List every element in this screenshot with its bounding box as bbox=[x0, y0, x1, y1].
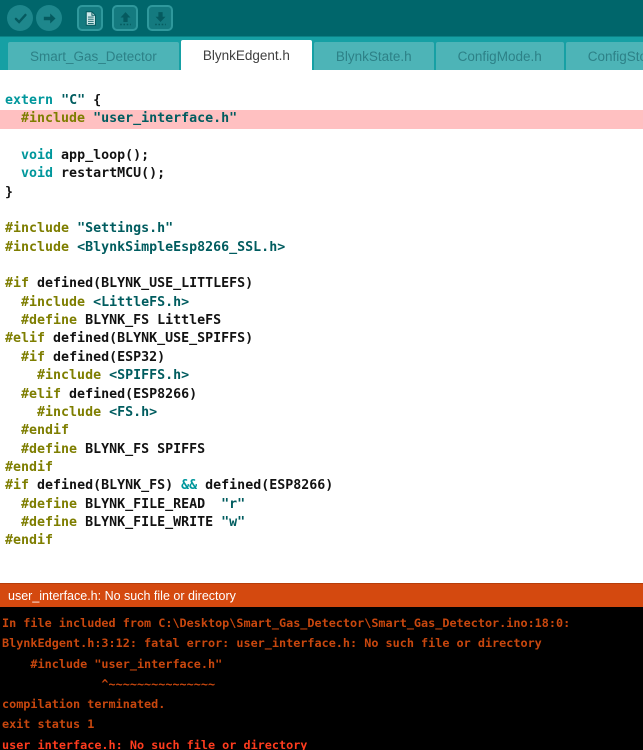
code-line: #define BLYNK_FS LittleFS bbox=[21, 313, 222, 329]
console-line: compilation terminated. bbox=[2, 697, 166, 712]
tab-smart-gas-detector[interactable]: Smart_Gas_Detector bbox=[8, 42, 179, 70]
code-line: #define BLYNK_FILE_WRITE "w" bbox=[21, 514, 246, 530]
new-button[interactable] bbox=[77, 5, 103, 31]
code-line: #if defined(ESP32) bbox=[21, 349, 166, 365]
tab-blynkedgent-h[interactable]: BlynkEdgent.h bbox=[180, 40, 312, 70]
code-line: #define BLYNK_FS SPIFFS bbox=[21, 441, 206, 457]
status-bar: user_interface.h: No such file or direct… bbox=[0, 583, 643, 607]
tab-blynkstate-h[interactable]: BlynkState.h bbox=[313, 42, 434, 70]
tab-label: Smart_Gas_Detector bbox=[30, 48, 157, 64]
code-line: #if defined(BLYNK_USE_LITTLEFS) bbox=[5, 276, 254, 292]
upload-button[interactable] bbox=[36, 5, 62, 31]
open-button[interactable] bbox=[112, 5, 138, 31]
code-line: #include <BlynkSimpleEsp8266_SSL.h> bbox=[5, 239, 286, 255]
code-line: #endif bbox=[21, 423, 70, 439]
toolbar-buttons bbox=[7, 5, 176, 31]
tab-label: ConfigStore.h bbox=[587, 48, 643, 64]
arrow-up-icon bbox=[117, 10, 134, 27]
check-icon bbox=[12, 10, 29, 27]
status-message: user_interface.h: No such file or direct… bbox=[8, 588, 236, 603]
arrow-down-icon bbox=[152, 10, 169, 27]
code-line: #include <FS.h> bbox=[37, 404, 158, 420]
code-line: #if defined(BLYNK_FS) && defined(ESP8266… bbox=[5, 478, 334, 494]
code-line: #endif bbox=[5, 533, 54, 549]
code-line: } bbox=[5, 184, 14, 200]
toolbar bbox=[0, 0, 643, 36]
code-line: #elif defined(ESP8266) bbox=[21, 386, 198, 402]
code-editor[interactable]: extern "C" { #include "user_interface.h"… bbox=[0, 70, 643, 583]
console-line: BlynkEdgent.h:3:12: fatal error: user_in… bbox=[2, 636, 542, 651]
document-icon bbox=[82, 10, 99, 27]
tab-label: BlynkState.h bbox=[335, 48, 412, 64]
console-line: ^~~~~~~~~~~~~~~~ bbox=[2, 676, 216, 691]
code-line-error-highlight: #include "user_interface.h" bbox=[0, 110, 643, 129]
code-line: #include <LittleFS.h> bbox=[21, 294, 190, 310]
tab-configmode-h[interactable]: ConfigMode.h bbox=[435, 42, 564, 70]
code-line: #elif defined(BLYNK_USE_SPIFFS) bbox=[5, 331, 254, 347]
tab-label: BlynkEdgent.h bbox=[202, 47, 290, 63]
console-line: #include "user_interface.h" bbox=[2, 656, 223, 671]
code-line: extern "C" { bbox=[5, 93, 102, 108]
verify-button[interactable] bbox=[7, 5, 33, 31]
console-output[interactable]: In file included from C:\Desktop\Smart_G… bbox=[0, 607, 643, 750]
code-line: #include <SPIFFS.h> bbox=[37, 368, 190, 384]
code-line: #endif bbox=[5, 459, 54, 475]
arrow-right-icon bbox=[41, 10, 58, 27]
code-line: void app_loop(); bbox=[21, 148, 150, 164]
console-line: exit status 1 bbox=[2, 717, 95, 732]
tab-configstore-h[interactable]: ConfigStore.h bbox=[565, 42, 643, 70]
console-error-summary-line: user_interface.h: No such file or direct… bbox=[2, 737, 308, 750]
save-button[interactable] bbox=[147, 5, 173, 31]
console-line: In file included from C:\Desktop\Smart_G… bbox=[2, 616, 571, 630]
code-line: #define BLYNK_FILE_READ "r" bbox=[21, 496, 246, 512]
code-line: #include "Settings.h" bbox=[5, 221, 174, 237]
tab-label: ConfigMode.h bbox=[457, 48, 542, 64]
tab-bar: Smart_Gas_Detector BlynkEdgent.h BlynkStat… bbox=[0, 36, 643, 70]
code-line: void restartMCU(); bbox=[21, 166, 166, 182]
